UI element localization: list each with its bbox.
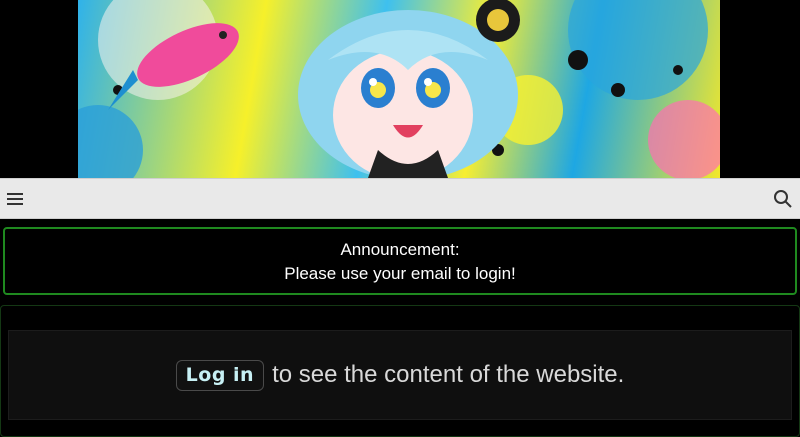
header-banner — [0, 0, 800, 178]
search-icon[interactable] — [773, 189, 793, 209]
login-button[interactable]: Log in — [175, 359, 265, 391]
content-panel: Log in to see the content of the website… — [0, 305, 800, 437]
announcement-box: Announcement: Please use your email to l… — [3, 227, 797, 295]
announcement-message: Please use your email to login! — [284, 264, 516, 283]
login-prompt: Log in to see the content of the website… — [8, 330, 792, 420]
hamburger-menu-icon[interactable] — [5, 189, 25, 209]
top-navbar — [0, 178, 800, 219]
announcement-title: Announcement: — [340, 240, 460, 259]
banner-illustration — [78, 0, 720, 178]
login-prompt-text: to see the content of the website. — [272, 361, 625, 388]
